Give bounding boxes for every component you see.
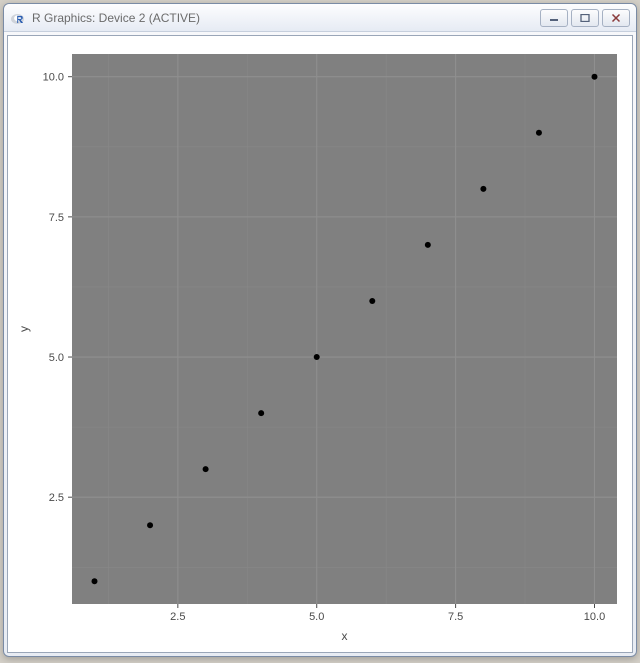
y-tick-label: 7.5 [49,212,64,224]
panel-background [72,54,617,604]
data-point [258,410,264,416]
data-point [314,354,320,360]
data-point [147,522,153,528]
y-axis-label: y [17,326,31,332]
r-graphics-window: R Graphics: Device 2 (ACTIVE) 2.5 5.0 7.5 1… [3,3,637,657]
x-tick-label: 7.5 [448,611,463,623]
r-app-icon [10,10,26,26]
data-point [369,298,375,304]
plot-area: 2.5 5.0 7.5 10.0 2.5 5.0 7.5 10.0 x y [7,35,633,653]
data-point [592,74,598,80]
y-tick-label: 5.0 [49,352,64,364]
minimize-button[interactable] [540,9,568,27]
y-tick-label: 10.0 [43,72,64,84]
window-controls [540,9,630,27]
close-button[interactable] [602,9,630,27]
window-title: R Graphics: Device 2 (ACTIVE) [32,11,540,25]
x-tick-label: 2.5 [170,611,185,623]
x-tick-label: 10.0 [584,611,605,623]
data-point [536,130,542,136]
maximize-button[interactable] [571,9,599,27]
data-point [203,466,209,472]
y-tick-label: 2.5 [49,492,64,504]
x-tick-label: 5.0 [309,611,324,623]
data-point [92,578,98,584]
x-axis-label: x [342,629,348,643]
data-point [480,186,486,192]
titlebar[interactable]: R Graphics: Device 2 (ACTIVE) [4,4,636,32]
scatter-plot: 2.5 5.0 7.5 10.0 2.5 5.0 7.5 10.0 x y [8,36,632,652]
data-point [425,242,431,248]
